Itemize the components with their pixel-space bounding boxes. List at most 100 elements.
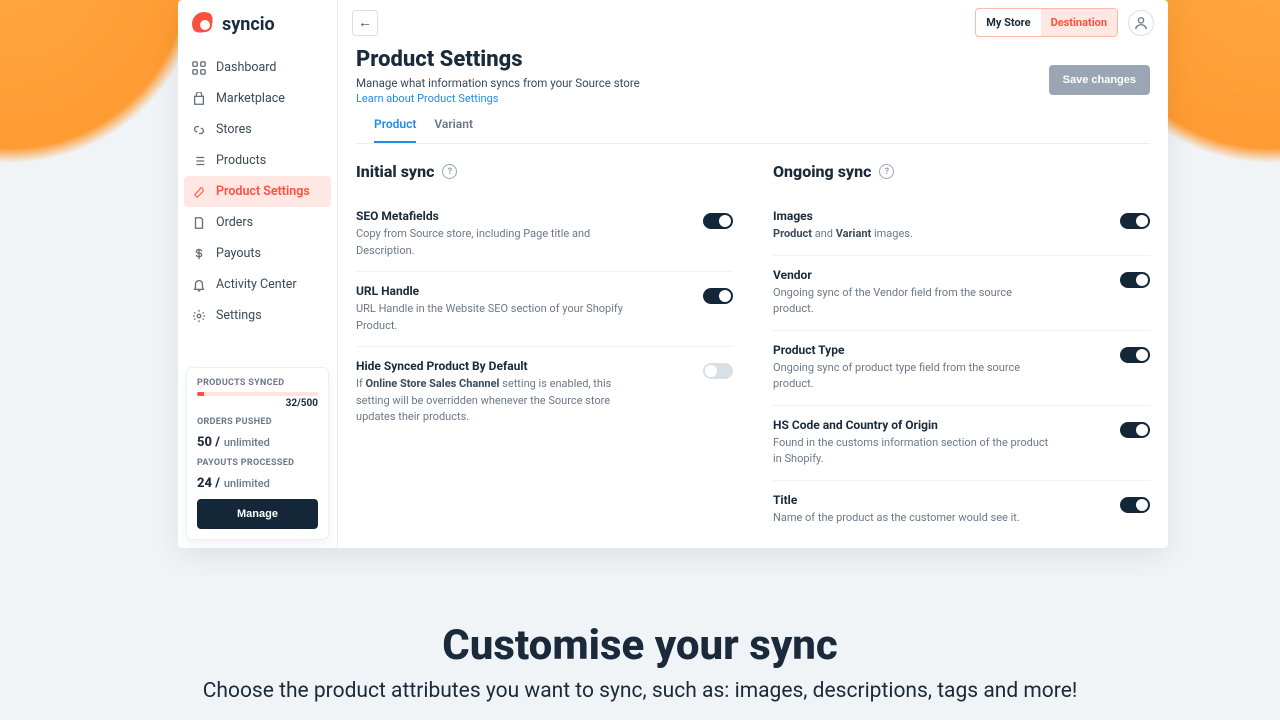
help-icon[interactable]: ? (442, 164, 457, 179)
ongoing-sync-column: Ongoing sync ? Images Product and Varian… (773, 162, 1150, 548)
initial-sync-heading: Initial sync (356, 162, 434, 181)
learn-link[interactable]: Learn about Product Settings (356, 92, 640, 105)
tab-variant[interactable]: Variant (434, 117, 473, 143)
bell-icon (192, 278, 206, 292)
row-desc: Product and Variant images. (773, 226, 913, 243)
payouts-processed-unit: unlimited (224, 477, 270, 490)
images-toggle[interactable] (1120, 213, 1150, 229)
manage-button[interactable]: Manage (197, 499, 318, 529)
setting-vendor: Vendor Ongoing sync of the Vendor field … (773, 256, 1150, 331)
sidebar-item-dashboard[interactable]: Dashboard (178, 52, 337, 83)
row-title: Title (773, 493, 1020, 507)
user-icon (1134, 16, 1148, 30)
page-subtitle: Manage what information syncs from your … (356, 76, 640, 90)
wrench-icon (192, 185, 206, 199)
payouts-processed-value: 24 / (197, 476, 220, 491)
payouts-processed-label: PAYOUTS PROCESSED (197, 458, 318, 468)
row-title: URL Handle (356, 284, 636, 298)
setting-hide-synced: Hide Synced Product By Default If Online… (356, 347, 733, 438)
sidebar: syncio Dashboard Marketplace Stores Prod… (178, 0, 338, 548)
help-icon[interactable]: ? (879, 164, 894, 179)
row-desc: Ongoing sync of product type field from … (773, 360, 1053, 393)
bag-icon (192, 92, 206, 106)
url-handle-toggle[interactable] (703, 288, 733, 304)
product-type-toggle[interactable] (1120, 347, 1150, 363)
page-title: Product Settings (356, 47, 640, 72)
setting-images: Images Product and Variant images. (773, 197, 1150, 256)
profile-button[interactable] (1128, 10, 1154, 36)
sidebar-item-stores[interactable]: Stores (178, 114, 337, 145)
setting-product-type: Product Type Ongoing sync of product typ… (773, 331, 1150, 406)
sidebar-item-label: Activity Center (216, 277, 297, 292)
nav: Dashboard Marketplace Stores Products Pr… (178, 46, 337, 331)
orders-pushed-unit: unlimited (224, 436, 270, 449)
my-store-tab[interactable]: My Store (976, 9, 1040, 36)
store-type-switch[interactable]: My Store Destination (975, 8, 1118, 37)
products-synced-label: PRODUCTS SYNCED (197, 378, 318, 388)
sidebar-item-product-settings[interactable]: Product Settings (184, 176, 331, 207)
sidebar-item-label: Stores (216, 122, 252, 137)
back-button[interactable]: ← (352, 10, 378, 36)
grid-icon (192, 61, 206, 75)
sidebar-item-label: Product Settings (216, 184, 310, 199)
row-desc: Name of the product as the customer woul… (773, 510, 1020, 527)
hero-title: Customise your sync (0, 621, 1280, 670)
link-icon (192, 123, 206, 137)
row-desc: Ongoing sync of the Vendor field from th… (773, 285, 1053, 318)
title-toggle[interactable] (1120, 497, 1150, 513)
settings-columns: Initial sync ? SEO Metafields Copy from … (338, 144, 1168, 548)
products-synced-progress (197, 392, 318, 396)
row-title: Vendor (773, 268, 1053, 282)
hs-code-toggle[interactable] (1120, 422, 1150, 438)
sidebar-item-products[interactable]: Products (178, 145, 337, 176)
hero: Customise your sync Choose the product a… (0, 621, 1280, 706)
row-desc: URL Handle in the Website SEO section of… (356, 301, 636, 334)
topbar: ← My Store Destination (338, 0, 1168, 37)
setting-hs-code-origin: HS Code and Country of Origin Found in t… (773, 406, 1150, 481)
arrow-left-icon: ← (358, 14, 372, 31)
orders-pushed-value: 50 / (197, 435, 220, 450)
row-desc: Copy from Source store, including Page t… (356, 226, 636, 259)
initial-sync-column: Initial sync ? SEO Metafields Copy from … (356, 162, 733, 548)
sidebar-item-label: Settings (216, 308, 262, 323)
sidebar-item-label: Dashboard (216, 60, 276, 75)
sidebar-item-activity-center[interactable]: Activity Center (178, 269, 337, 300)
setting-url-handle: URL Handle URL Handle in the Website SEO… (356, 272, 733, 347)
row-desc: If Online Store Sales Channel setting is… (356, 376, 636, 426)
list-icon (192, 154, 206, 168)
sidebar-item-orders[interactable]: Orders (178, 207, 337, 238)
hero-subtitle: Choose the product attributes you want t… (0, 676, 1280, 706)
sidebar-item-label: Products (216, 153, 266, 168)
sidebar-item-label: Payouts (216, 246, 261, 261)
hide-synced-toggle[interactable] (703, 363, 733, 379)
usage-card: PRODUCTS SYNCED 32/500 ORDERS PUSHED 50 … (186, 367, 329, 540)
brand-name: syncio (222, 14, 275, 35)
products-synced-value: 32/500 (197, 398, 318, 409)
setting-seo-metafields: SEO Metafields Copy from Source store, i… (356, 197, 733, 272)
save-changes-button[interactable]: Save changes (1049, 65, 1150, 95)
page-header: Product Settings Manage what information… (338, 37, 1168, 105)
sidebar-item-label: Orders (216, 215, 253, 230)
vendor-toggle[interactable] (1120, 272, 1150, 288)
sidebar-item-marketplace[interactable]: Marketplace (178, 83, 337, 114)
row-title: HS Code and Country of Origin (773, 418, 1053, 432)
sidebar-item-payouts[interactable]: Payouts (178, 238, 337, 269)
row-title: Hide Synced Product By Default (356, 359, 636, 373)
tabs: Product Variant (356, 105, 1150, 144)
destination-tab[interactable]: Destination (1041, 9, 1117, 36)
brand-icon (192, 12, 216, 36)
main: ← My Store Destination Product Settings … (338, 0, 1168, 548)
sidebar-item-label: Marketplace (216, 91, 285, 106)
sidebar-item-settings[interactable]: Settings (178, 300, 337, 331)
seo-metafields-toggle[interactable] (703, 213, 733, 229)
row-title: Product Type (773, 343, 1053, 357)
ongoing-sync-heading: Ongoing sync (773, 162, 871, 181)
orders-pushed-label: ORDERS PUSHED (197, 417, 318, 427)
setting-title: Title Name of the product as the custome… (773, 481, 1150, 539)
row-title: Images (773, 209, 913, 223)
gear-icon (192, 309, 206, 323)
brand-logo[interactable]: syncio (178, 0, 337, 46)
tab-product[interactable]: Product (374, 117, 416, 143)
row-title: SEO Metafields (356, 209, 636, 223)
dollar-icon (192, 247, 206, 261)
